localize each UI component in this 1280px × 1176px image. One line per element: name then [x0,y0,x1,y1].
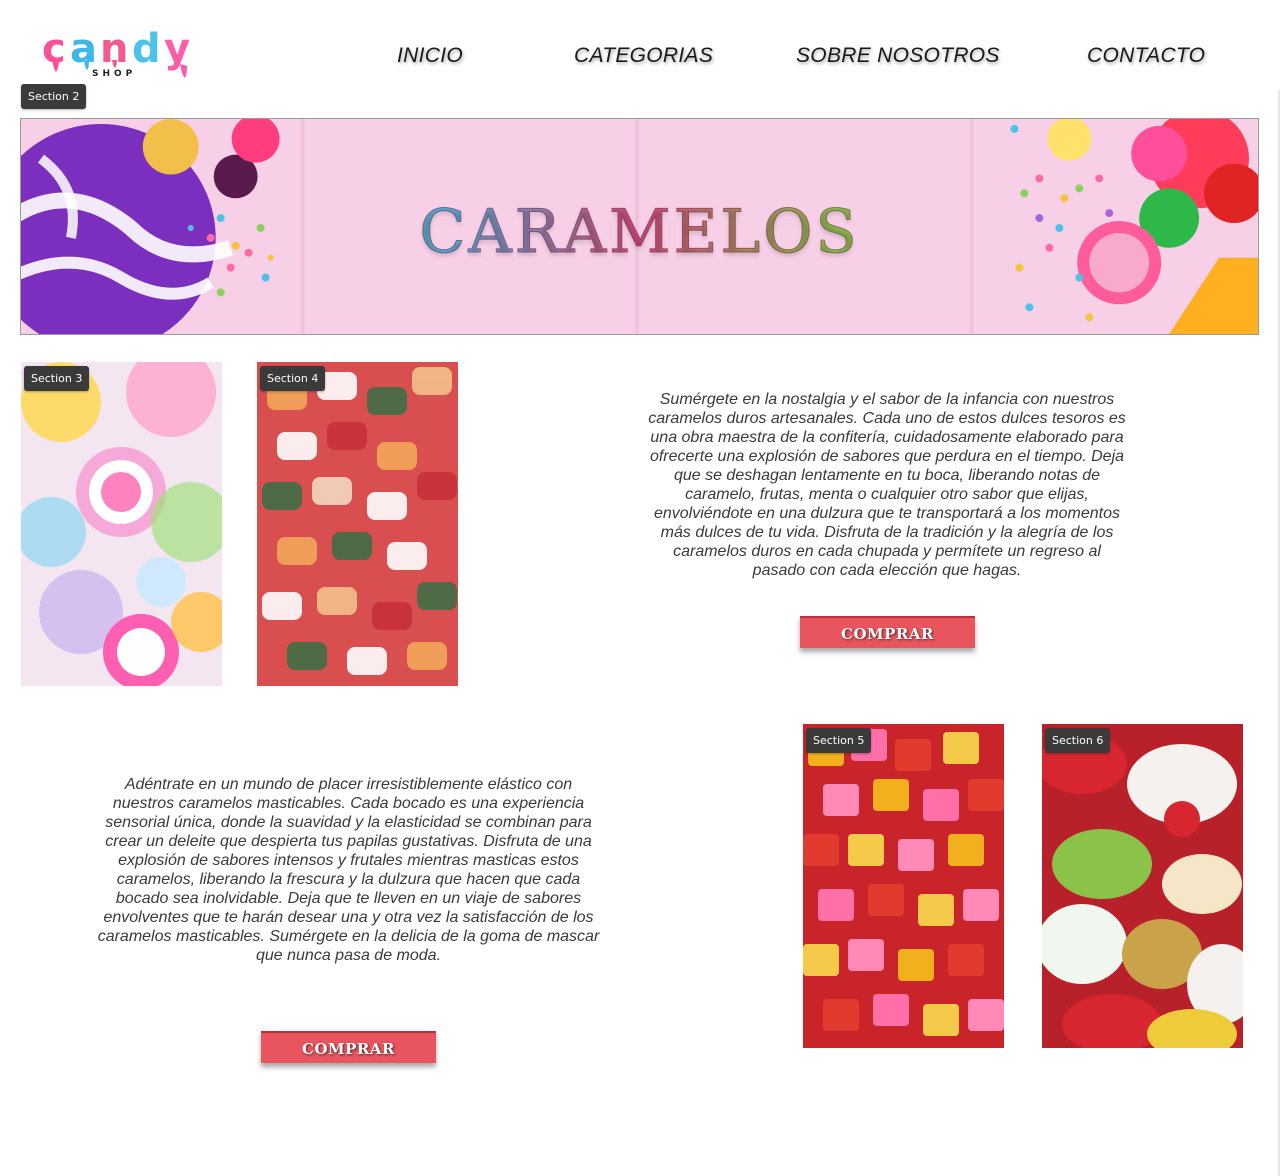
section-3-tag[interactable]: Section 3 [24,366,90,391]
striped-candies-image [257,362,458,686]
svg-text:a: a [70,26,97,72]
nav-contacto[interactable]: CONTACTO [1087,44,1205,68]
banner-title: CARAMELOS [21,197,1258,268]
section-2-tag[interactable]: Section 2 [21,84,87,109]
section-5-tag[interactable]: Section 5 [806,728,872,753]
svg-text:y: y [164,26,190,72]
hard-candy-description: Sumérgete en la nostalgia y el sabor de … [648,391,1126,579]
chewy-candy-photo-2 [1042,724,1243,1048]
hard-candy-photo-2 [257,362,458,686]
chewy-candy-photo-1 [803,724,1004,1048]
nav-categorias[interactable]: CATEGORIAS [574,44,713,68]
candy-shop-logo[interactable]: c a n d y SHOP [40,24,202,84]
chewy-candy-buy-button[interactable]: COMPRAR [261,1031,436,1063]
nav-inicio[interactable]: INICIO [397,44,463,68]
svg-text:d: d [132,26,161,72]
wrapped-candies-image [1042,724,1243,1048]
hero-banner: CARAMELOS [20,118,1259,335]
swirl-candies-image [21,362,222,686]
logo-subtext: SHOP [92,69,136,79]
hard-candy-buy-button[interactable]: COMPRAR [800,616,975,648]
starburst-candies-image [803,724,1004,1048]
section-6-tag[interactable]: Section 6 [1045,728,1111,753]
hard-candy-photo-1 [21,362,222,686]
section-4-tag[interactable]: Section 4 [260,366,326,391]
logo-graphic: c a n d y SHOP [42,26,190,79]
chewy-candy-description: Adéntrate en un mundo de placer irresist… [97,776,600,964]
nav-sobre-nosotros[interactable]: SOBRE NOSOTROS [796,44,1000,68]
